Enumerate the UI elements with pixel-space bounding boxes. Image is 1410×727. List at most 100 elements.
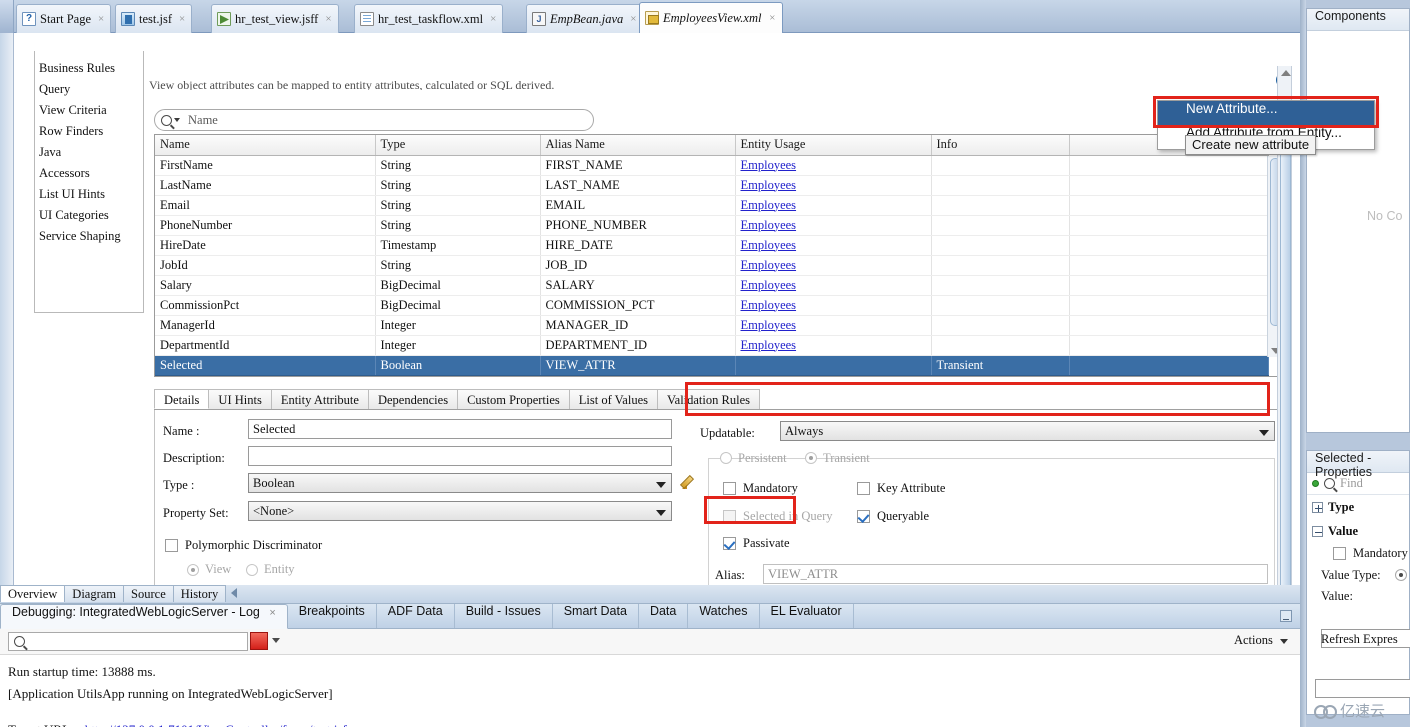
entity-usage-link[interactable]: Employees [741, 158, 797, 172]
minimize-button[interactable] [1280, 610, 1292, 622]
source-tab-diagram[interactable]: Diagram [64, 585, 125, 602]
editor-tab-start-page[interactable]: Start Page × [16, 4, 112, 33]
table-row[interactable]: DepartmentId Integer DEPARTMENT_ID Emplo… [155, 335, 1269, 356]
cell-entity-usage[interactable]: Employees [735, 295, 932, 316]
editor-tab-hr-test-view[interactable]: hr_test_view.jsff × [211, 4, 339, 33]
passivate-checkbox[interactable] [723, 537, 736, 550]
close-icon[interactable]: × [269, 607, 275, 619]
description-field[interactable] [248, 446, 672, 466]
table-row[interactable]: FirstName String FIRST_NAME Employees [155, 155, 1269, 176]
attributes-table-container[interactable]: Name Type Alias Name Entity Usage Info F… [154, 134, 1284, 377]
cell-entity-usage[interactable]: Employees [735, 255, 932, 276]
log-tab-data[interactable]: Data [639, 604, 689, 628]
nav-item-list-ui-hints[interactable]: List UI Hints [35, 184, 143, 205]
tab-dependencies[interactable]: Dependencies [367, 389, 459, 409]
nav-item-view-criteria[interactable]: View Criteria [35, 100, 143, 121]
edit-pencil-icon[interactable] [681, 474, 697, 490]
column-header-type[interactable]: Type [375, 135, 541, 156]
log-search-input[interactable] [8, 632, 248, 651]
editor-tab-test-jsf[interactable]: test.jsf × [115, 4, 193, 33]
source-tab-source[interactable]: Source [123, 585, 174, 602]
selected-in-query-checkbox[interactable] [723, 510, 736, 523]
tab-close-icon[interactable]: × [179, 13, 185, 25]
log-tab-breakpoints[interactable]: Breakpoints [288, 604, 377, 628]
polymorphic-discriminator-checkbox[interactable] [165, 539, 178, 552]
cell-entity-usage[interactable]: Employees [735, 235, 932, 256]
nav-item-business-rules[interactable]: Business Rules [35, 58, 143, 79]
table-row[interactable]: CommissionPct BigDecimal COMMISSION_PCT … [155, 295, 1269, 316]
entity-usage-link[interactable]: Employees [741, 338, 797, 352]
stop-icon[interactable] [250, 632, 268, 650]
nav-item-service-shaping[interactable]: Service Shaping [35, 226, 143, 247]
log-tab-watches[interactable]: Watches [688, 604, 760, 628]
nav-item-row-finders[interactable]: Row Finders [35, 121, 143, 142]
table-row[interactable]: PhoneNumber String PHONE_NUMBER Employee… [155, 215, 1269, 236]
editor-tab-empbean-java[interactable]: EmpBean.java × [526, 4, 644, 33]
entity-usage-link[interactable]: Employees [741, 178, 797, 192]
editor-tab-hr-test-taskflow[interactable]: hr_test_taskflow.xml × [354, 4, 504, 33]
entity-radio[interactable] [246, 564, 258, 576]
name-field[interactable] [248, 419, 672, 439]
property-node-value[interactable]: Value [1307, 519, 1409, 543]
cell-entity-usage[interactable]: Employees [735, 155, 932, 176]
cell-entity-usage[interactable]: Employees [735, 175, 932, 196]
tab-close-icon[interactable]: × [630, 13, 636, 25]
log-tab-adf-data[interactable]: ADF Data [377, 604, 455, 628]
updatable-dropdown[interactable]: Always [780, 421, 1275, 441]
transient-radio[interactable] [805, 452, 817, 464]
editor-tab-employeesview-xml[interactable]: EmployeesView.xml × [639, 2, 783, 33]
tab-close-icon[interactable]: × [490, 13, 496, 25]
log-tab-smart-data[interactable]: Smart Data [553, 604, 639, 628]
nav-item-java[interactable]: Java [35, 142, 143, 163]
target-url-link[interactable]: http://127.0.0.1:7101/ViewController/fac… [85, 722, 347, 727]
entity-usage-link[interactable]: Employees [741, 258, 797, 272]
column-header-info[interactable]: Info [931, 135, 1070, 156]
table-row[interactable]: ManagerId Integer MANAGER_ID Employees [155, 315, 1269, 336]
mandatory-checkbox[interactable] [1333, 547, 1346, 560]
cell-entity-usage[interactable]: Employees [735, 275, 932, 296]
entity-usage-link[interactable]: Employees [741, 298, 797, 312]
tab-details[interactable]: Details [154, 389, 210, 409]
nav-item-ui-categories[interactable]: UI Categories [35, 205, 143, 226]
cell-entity-usage[interactable]: Employees [735, 215, 932, 236]
tab-close-icon[interactable]: × [325, 13, 331, 25]
nav-item-query[interactable]: Query [35, 79, 143, 100]
tab-custom-properties[interactable]: Custom Properties [457, 389, 570, 409]
entity-usage-link[interactable]: Employees [741, 278, 797, 292]
cell-entity-usage[interactable]: Employees [735, 195, 932, 216]
chevron-down-icon[interactable] [174, 118, 180, 122]
column-header-alias-name[interactable]: Alias Name [540, 135, 736, 156]
entity-usage-link[interactable]: Employees [741, 218, 797, 232]
log-tab-build-issues[interactable]: Build - Issues [455, 604, 553, 628]
key-attribute-checkbox[interactable] [857, 482, 870, 495]
table-row-selected[interactable]: Selected Boolean VIEW_ATTR Transient [155, 355, 1269, 376]
source-tab-overview[interactable]: Overview [0, 585, 66, 602]
value-type-radio[interactable] [1395, 569, 1407, 581]
menu-item-new-attribute[interactable]: New Attribute... [1158, 101, 1374, 125]
table-row[interactable]: JobId String JOB_ID Employees [155, 255, 1269, 276]
persistent-radio[interactable] [720, 452, 732, 464]
property-node-type[interactable]: Type [1307, 495, 1409, 519]
refresh-expression-field[interactable] [1315, 679, 1410, 698]
view-radio[interactable] [187, 564, 199, 576]
chevron-down-icon[interactable] [272, 638, 280, 643]
cell-entity-usage[interactable]: Employees [735, 335, 932, 356]
tab-close-icon[interactable]: × [98, 13, 104, 25]
editor-navigation-list[interactable]: Attributes Business Rules Query View Cri… [34, 51, 144, 313]
collapse-icon[interactable] [1312, 525, 1323, 537]
queryable-checkbox[interactable] [857, 510, 870, 523]
tab-ui-hints[interactable]: UI Hints [208, 389, 272, 409]
mandatory-checkbox[interactable] [723, 482, 736, 495]
table-row[interactable]: Email String EMAIL Employees [155, 195, 1269, 216]
tab-list-of-values[interactable]: List of Values [568, 389, 658, 409]
entity-usage-link[interactable]: Employees [741, 238, 797, 252]
table-row[interactable]: LastName String LAST_NAME Employees [155, 175, 1269, 196]
scrollbar-thumb[interactable] [1280, 151, 1291, 591]
search-input[interactable]: Name [154, 109, 594, 131]
log-tab-el-evaluator[interactable]: EL Evaluator [760, 604, 854, 628]
tab-close-icon[interactable]: × [768, 12, 775, 24]
property-set-dropdown[interactable]: <None> [248, 501, 672, 521]
actions-button[interactable]: Actions [1234, 633, 1288, 648]
log-tab-debugging[interactable]: Debugging: IntegratedWebLogicServer - Lo… [0, 604, 288, 629]
table-row[interactable]: Salary BigDecimal SALARY Employees [155, 275, 1269, 296]
